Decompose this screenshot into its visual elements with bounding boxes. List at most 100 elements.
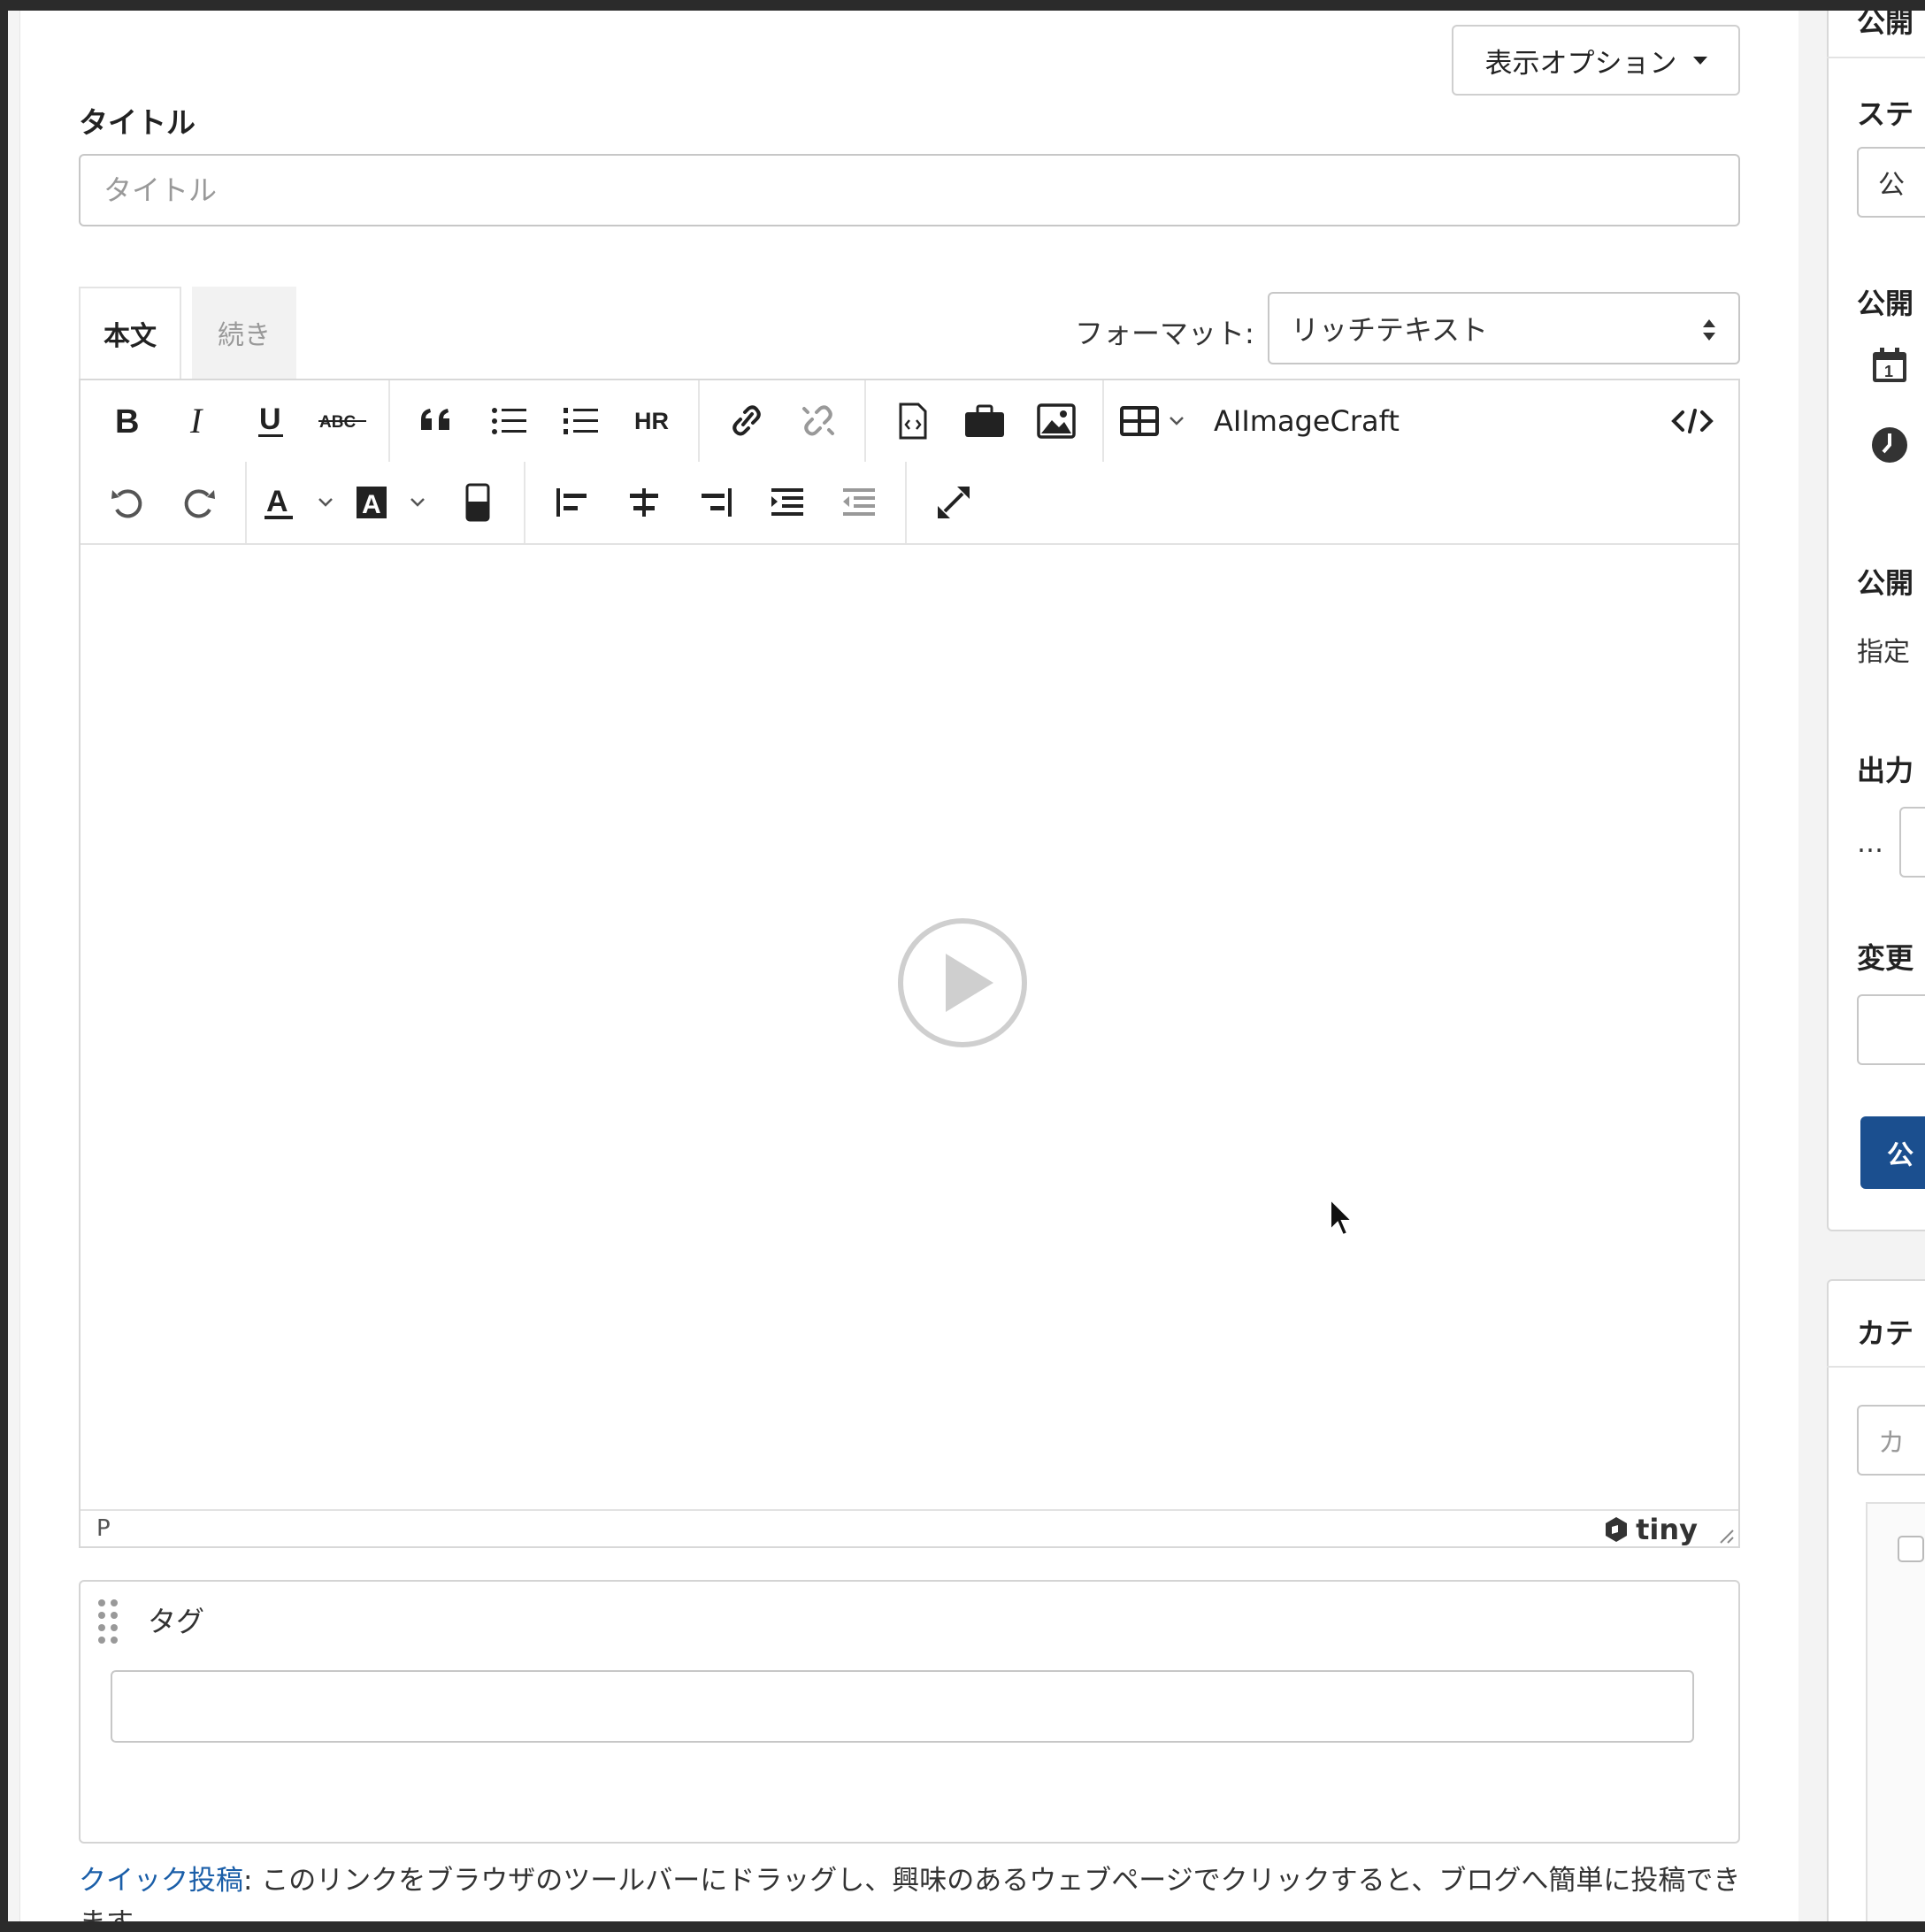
tags-panel: タグ bbox=[79, 1580, 1740, 1844]
category-search-placeholder: カ bbox=[1878, 1428, 1905, 1459]
svg-text:I: I bbox=[189, 403, 203, 439]
numbered-list-icon[interactable] bbox=[544, 393, 616, 449]
blockquote-icon[interactable] bbox=[401, 393, 472, 449]
toolbar-group-color: A A bbox=[247, 462, 525, 543]
publish-end-label: 公開 bbox=[1857, 566, 1914, 600]
align-center-icon[interactable] bbox=[608, 474, 679, 531]
toolbar-group-table: AIImageCraft bbox=[1104, 380, 1424, 462]
horizontal-rule-icon[interactable]: HR bbox=[616, 393, 687, 449]
caret-down-icon bbox=[1692, 56, 1707, 65]
status-select-value: 公 bbox=[1878, 170, 1905, 201]
quick-post-note: クイック投稿: このリンクをブラウザのツールバーにドラッグし、興味のあるウェブペ… bbox=[79, 1859, 1742, 1921]
aiimagecraft-button[interactable]: AIImageCraft bbox=[1200, 404, 1414, 438]
table-icon[interactable] bbox=[1115, 393, 1200, 449]
resize-handle-icon[interactable] bbox=[1714, 1523, 1735, 1545]
publish-panel-title: 公開 bbox=[1857, 11, 1914, 39]
redo-icon[interactable] bbox=[163, 474, 234, 531]
svg-text:U: U bbox=[259, 402, 281, 436]
editor-content-area[interactable] bbox=[81, 545, 1738, 1495]
tab-body[interactable]: 本文 bbox=[79, 287, 181, 379]
svg-text:B: B bbox=[115, 403, 139, 439]
clock-icon[interactable] bbox=[1869, 425, 1910, 465]
italic-icon[interactable]: I bbox=[163, 393, 234, 449]
tags-input[interactable] bbox=[111, 1670, 1694, 1743]
window-top-edge bbox=[0, 0, 1925, 11]
format-select[interactable]: リッチテキスト bbox=[1268, 292, 1740, 364]
left-gutter bbox=[8, 11, 20, 1921]
align-right-icon[interactable] bbox=[679, 474, 751, 531]
svg-text:A: A bbox=[266, 485, 288, 518]
align-left-icon[interactable] bbox=[536, 474, 608, 531]
image-icon[interactable] bbox=[1020, 393, 1092, 449]
quick-post-text: : このリンクをブラウザのツールバーにドラッグし、興味のあるウェブページでクリッ… bbox=[79, 1865, 1741, 1921]
publish-end-text: 指定 bbox=[1857, 637, 1910, 668]
category-search-input[interactable]: カ bbox=[1857, 1405, 1925, 1476]
publish-date-label: 公開 bbox=[1857, 287, 1914, 320]
strikethrough-icon[interactable]: ABC bbox=[306, 393, 378, 449]
hr-label: HR bbox=[634, 407, 669, 434]
source-code-icon[interactable] bbox=[1664, 393, 1721, 449]
output-input[interactable] bbox=[1899, 807, 1925, 878]
select-arrows-icon bbox=[1703, 319, 1715, 341]
svg-text:A: A bbox=[362, 490, 381, 519]
unlink-icon[interactable] bbox=[782, 393, 854, 449]
quick-post-link[interactable]: クイック投稿 bbox=[79, 1865, 243, 1897]
text-color-icon[interactable]: A bbox=[257, 474, 349, 531]
outdent-icon[interactable] bbox=[823, 474, 894, 531]
element-path[interactable]: P bbox=[96, 1515, 111, 1542]
svg-text:1: 1 bbox=[1884, 363, 1893, 380]
mouse-cursor-icon bbox=[1330, 1198, 1354, 1237]
indent-icon[interactable] bbox=[751, 474, 823, 531]
tiny-logo[interactable]: tiny bbox=[1602, 1513, 1698, 1546]
output-label: 出力 bbox=[1857, 754, 1914, 787]
category-panel-divider bbox=[1827, 1366, 1925, 1368]
toolbar-group-block: HR bbox=[390, 380, 700, 462]
window-left-edge bbox=[0, 0, 8, 1932]
toolbar-group-history bbox=[81, 462, 247, 543]
toolbar-group-view bbox=[907, 462, 1000, 543]
publish-button[interactable]: 公 bbox=[1860, 1116, 1925, 1189]
bullet-list-icon[interactable] bbox=[472, 393, 544, 449]
bold-icon[interactable]: B bbox=[91, 393, 163, 449]
change-input[interactable] bbox=[1857, 994, 1925, 1065]
status-select[interactable]: 公 bbox=[1857, 147, 1925, 218]
toolbar-group-format: B I U ABC bbox=[81, 380, 390, 462]
calendar-icon[interactable]: 1 bbox=[1869, 345, 1910, 386]
publish-panel-divider bbox=[1827, 57, 1925, 58]
toolbar-row-1: B I U ABC HR AIImageCraft bbox=[81, 380, 1738, 462]
play-icon[interactable] bbox=[896, 916, 1029, 1049]
strikethrough-label: ABC bbox=[319, 413, 356, 432]
link-icon[interactable] bbox=[710, 393, 782, 449]
output-text: … bbox=[1857, 828, 1883, 859]
display-options-label: 表示オプション bbox=[1484, 47, 1677, 80]
category-panel-title: カテ bbox=[1857, 1316, 1914, 1350]
toolbar-group-align bbox=[525, 462, 907, 543]
background-color-icon[interactable]: A bbox=[349, 474, 441, 531]
change-label: 変更 bbox=[1857, 941, 1914, 975]
category-list bbox=[1866, 1502, 1925, 1921]
fullscreen-icon[interactable] bbox=[917, 474, 989, 531]
entry-edit-page: 表示オプション タイトル 本文 続き フォーマット: リッチテキスト B I U… bbox=[8, 11, 1925, 1921]
toolbar-group-insert bbox=[866, 380, 1104, 462]
undo-icon[interactable] bbox=[91, 474, 163, 531]
tab-more[interactable]: 続き bbox=[192, 287, 296, 379]
display-options-button[interactable]: 表示オプション bbox=[1452, 25, 1740, 96]
tags-label: タグ bbox=[148, 1605, 205, 1638]
toolbar-group-link bbox=[700, 380, 866, 462]
asset-icon[interactable] bbox=[948, 393, 1020, 449]
editor-statusbar: P tiny bbox=[81, 1509, 1738, 1546]
format-label: フォーマット: bbox=[1075, 317, 1254, 350]
highlight-icon[interactable] bbox=[441, 474, 513, 531]
format-select-value: リッチテキスト bbox=[1291, 313, 1489, 347]
underline-icon[interactable]: U bbox=[234, 393, 306, 449]
drag-handle-icon[interactable] bbox=[95, 1596, 121, 1647]
insert-file-icon[interactable] bbox=[877, 393, 948, 449]
toolbar-row-2: A A bbox=[81, 462, 1000, 543]
title-label: タイトル bbox=[79, 105, 196, 140]
title-input[interactable] bbox=[79, 154, 1740, 226]
window-bottom-edge bbox=[0, 1921, 1925, 1932]
status-label: ステ bbox=[1857, 97, 1914, 131]
category-checkbox[interactable] bbox=[1898, 1536, 1924, 1562]
tiny-icon bbox=[1606, 1517, 1628, 1542]
rich-text-editor: B I U ABC HR AIImageCraft A A P tiny bbox=[79, 379, 1740, 1548]
